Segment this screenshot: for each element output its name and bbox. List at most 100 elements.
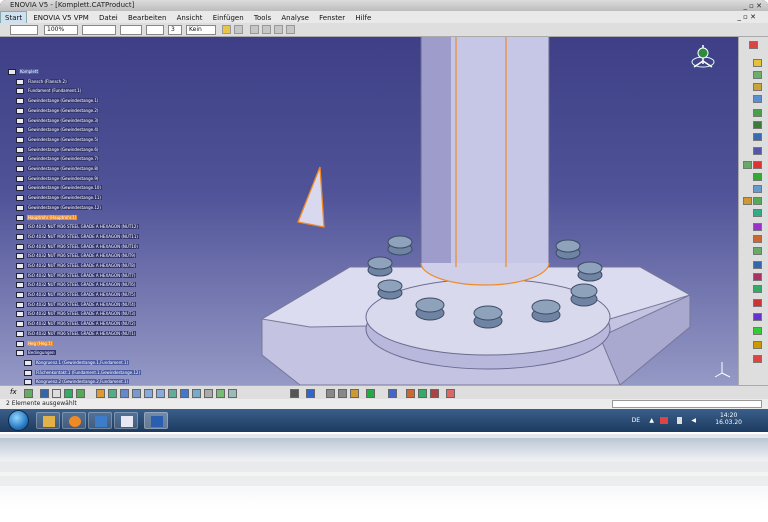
tree-node[interactable]: Flächenkontakt.1 (Fundament.1,Gewindesta… — [24, 368, 142, 377]
multi-view-icon[interactable] — [180, 389, 189, 398]
scene-icon[interactable] — [430, 389, 439, 398]
zoom-select[interactable]: 100% — [44, 25, 78, 35]
language-indicator[interactable]: DE — [632, 417, 640, 424]
analysis-icon[interactable] — [753, 327, 762, 335]
tree-node[interactable]: ISO 4032 NUT M36 STEEL GRADE A HEXAGON (… — [16, 242, 139, 251]
tree-node[interactable]: Kongruenz.1 (Gewindestange.1,Fundament.1… — [24, 358, 130, 367]
multi-instantiation-icon[interactable] — [753, 133, 762, 141]
apply-material-icon[interactable] — [366, 389, 375, 398]
snap-icon[interactable] — [743, 161, 752, 169]
change-constraint-icon[interactable] — [753, 273, 762, 281]
tree-node[interactable]: ISO 4032 NUT M36 STEEL GRADE A HEXAGON (… — [16, 232, 139, 241]
tree-node[interactable]: Fundament (Fundament.1) — [16, 86, 83, 95]
generate-catalog-icon[interactable] — [406, 389, 415, 398]
sketch-icon[interactable] — [40, 389, 49, 398]
offset-icon[interactable] — [753, 197, 762, 205]
command-input[interactable] — [612, 400, 762, 408]
rotate-icon[interactable] — [132, 389, 141, 398]
fix-together-icon[interactable] — [753, 235, 762, 243]
specification-tree[interactable]: Komplett Flansch (Flansch.2) Fundament (Fu… — [8, 67, 198, 385]
filter-icon[interactable] — [234, 25, 243, 34]
measure-icon[interactable] — [753, 313, 762, 321]
table-view-icon[interactable] — [446, 389, 455, 398]
tree-node[interactable]: Gewindestange (Gewindestange.3) — [16, 116, 100, 125]
copy-icon[interactable] — [274, 25, 283, 34]
clock[interactable]: 14:20 16.03.20 — [715, 412, 742, 426]
contact-icon[interactable] — [743, 197, 752, 205]
edit-icon[interactable] — [76, 389, 85, 398]
fit-all-icon[interactable] — [108, 389, 117, 398]
compass-icon[interactable] — [690, 43, 716, 71]
coincidence-icon[interactable] — [753, 185, 762, 193]
flag-icon[interactable] — [660, 417, 668, 424]
tree-node[interactable]: ISO 4032 NUT M36 STEEL GRADE A HEXAGON (… — [16, 261, 137, 270]
workbench-icon[interactable] — [749, 41, 758, 49]
new-product-icon[interactable] — [753, 71, 762, 79]
fix-icon[interactable] — [753, 223, 762, 231]
quick-constraint-icon[interactable] — [753, 247, 762, 255]
document-controls[interactable]: _ ▫ ✕ — [733, 11, 760, 23]
normal-view-icon[interactable] — [168, 389, 177, 398]
tree-node[interactable]: Gewindestange (Gewindestange.10) — [16, 183, 102, 192]
tree-node[interactable]: Gewindestange (Gewindestange.1) — [16, 96, 100, 105]
material-icon[interactable] — [306, 389, 315, 398]
angle-icon[interactable] — [753, 209, 762, 217]
line-style-select[interactable] — [120, 25, 142, 35]
reuse-pattern-icon[interactable] — [753, 285, 762, 293]
measure-between-icon[interactable] — [338, 389, 347, 398]
tree-node[interactable]: Gewindestange (Gewindestange.11) — [16, 193, 102, 202]
new-component-icon[interactable] — [753, 59, 762, 67]
tree-node[interactable]: Gewindestange (Gewindestange.5) — [16, 135, 100, 144]
taskbar-document[interactable] — [114, 412, 138, 429]
bom-icon[interactable] — [418, 389, 427, 398]
taskbar-media[interactable] — [62, 412, 86, 429]
tree-node[interactable]: ISO 4032 NUT M36 STEEL GRADE A HEXAGON (… — [16, 329, 137, 338]
tree-node[interactable]: ISO 4032 NUT M36 STEEL GRADE A HEXAGON (… — [16, 271, 137, 280]
start-button-icon[interactable] — [8, 410, 29, 431]
line-weight-select[interactable]: 3 — [168, 25, 182, 35]
new-part-icon[interactable] — [753, 83, 762, 91]
zoom-out-icon[interactable] — [156, 389, 165, 398]
taskbar-app[interactable] — [88, 412, 112, 429]
tree-node[interactable]: Gewindestange (Gewindestange.6) — [16, 145, 100, 154]
volume-icon[interactable]: ◀ — [691, 417, 696, 424]
zoom-in-icon[interactable] — [144, 389, 153, 398]
tree-node[interactable]: ISO 4032 NUT M36 STEEL GRADE A HEXAGON (… — [16, 290, 137, 299]
replace-component-icon[interactable] — [753, 109, 762, 117]
style-select[interactable] — [10, 25, 38, 35]
clash-icon[interactable] — [753, 173, 762, 181]
explode-icon[interactable] — [753, 161, 762, 169]
painter-icon[interactable] — [222, 25, 231, 34]
hide-show-icon[interactable] — [216, 389, 225, 398]
render-icon[interactable] — [290, 389, 299, 398]
annotation-icon[interactable] — [753, 341, 762, 349]
tree-node[interactable]: Gewindestange (Gewindestange.7) — [16, 154, 100, 163]
tree-node[interactable]: Kongruenz.2 (Gewindestange.2,Fundament.1… — [24, 377, 130, 385]
graph-icon[interactable] — [250, 25, 259, 34]
layer-select[interactable]: Kein — [186, 25, 216, 35]
tree-node[interactable]: ISO 4032 NUT M36 STEEL GRADE A HEXAGON (… — [16, 319, 137, 328]
formula-icon[interactable]: fx — [10, 388, 17, 396]
selected-triangle-face[interactable] — [297, 166, 325, 228]
existing-component-icon[interactable] — [753, 95, 762, 103]
tree-node[interactable]: Gewindestange (Gewindestange.8) — [16, 164, 100, 173]
tree-node[interactable]: Gewindestange (Gewindestange.12) — [16, 203, 102, 212]
taskbar-catia[interactable] — [144, 412, 168, 429]
tree-node[interactable]: Heg (Heg.1) — [16, 339, 54, 348]
flexible-rigid-icon[interactable] — [753, 261, 762, 269]
iso-view-icon[interactable] — [192, 389, 201, 398]
tree-node[interactable]: ISO 4032 NUT M36 STEEL GRADE A HEXAGON (… — [16, 280, 137, 289]
scale-icon[interactable] — [326, 389, 335, 398]
manipulation-icon[interactable] — [753, 147, 762, 155]
tree-node[interactable]: ISO 4032 NUT M36 STEEL GRADE A HEXAGON (… — [16, 300, 137, 309]
tree-node[interactable]: Bedingungen — [16, 348, 56, 357]
line-type-select[interactable] — [82, 25, 116, 35]
tree-node[interactable]: ISO 4032 NUT M36 STEEL GRADE A HEXAGON (… — [16, 222, 139, 231]
3d-viewport[interactable]: Komplett Flansch (Flansch.2) Fundament (Fu… — [0, 37, 738, 385]
graph-tree-icon[interactable] — [753, 121, 762, 129]
table-icon[interactable] — [262, 25, 271, 34]
tree-node[interactable]: Gewindestange (Gewindestange.4) — [16, 125, 100, 134]
tree-node[interactable]: ISO 4032 NUT M36 STEEL GRADE A HEXAGON (… — [16, 309, 137, 318]
tray-arrow-icon[interactable]: ▲ — [649, 417, 654, 424]
pan-icon[interactable] — [120, 389, 129, 398]
